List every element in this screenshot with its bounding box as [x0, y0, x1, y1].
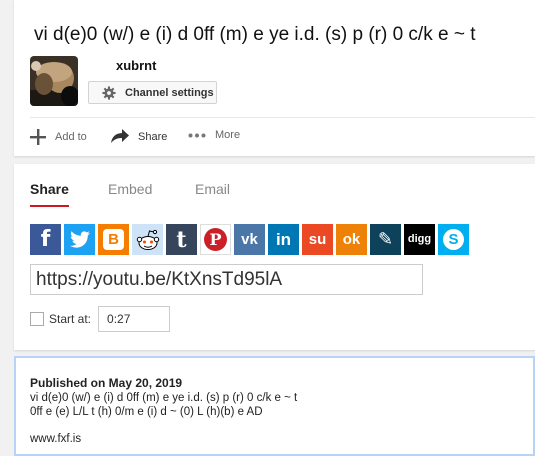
stumbleupon-icon: su [308, 231, 327, 248]
facebook-icon: f [40, 226, 51, 252]
more-dots-icon [188, 133, 206, 137]
odnoklassniki-icon: ok [342, 231, 361, 248]
linkedin-icon: in [275, 230, 292, 249]
stumbleupon-share-button[interactable]: su [302, 224, 333, 255]
more-label: More [215, 129, 241, 141]
start-at-checkbox[interactable] [30, 312, 44, 326]
vk-share-button[interactable]: vk [234, 224, 265, 255]
twitter-bird-icon [69, 231, 90, 248]
reddit-share-button[interactable] [132, 224, 163, 255]
divider [30, 117, 535, 118]
tab-email[interactable]: Email [195, 181, 230, 197]
channel-settings-label: Channel settings [125, 86, 214, 99]
share-arrow-icon [111, 129, 129, 143]
video-info-card: vi d(e)0 (w/) e (i) d 0ff (m) e ye i.d. … [14, 0, 535, 156]
description-link[interactable]: www.fxf.is [30, 433, 81, 445]
digg-icon: digg [407, 233, 432, 245]
pinterest-icon: P [204, 228, 227, 251]
channel-name[interactable]: xubrnt [116, 58, 156, 73]
skype-icon: S [443, 229, 464, 250]
pinterest-share-button[interactable]: P [200, 224, 231, 255]
channel-avatar[interactable] [30, 56, 78, 106]
odnoklassniki-share-button[interactable]: ok [336, 224, 367, 255]
tumblr-share-button[interactable]: t [166, 224, 197, 255]
share-label: Share [138, 130, 168, 143]
blogger-icon: B [103, 229, 124, 250]
linkedin-share-button[interactable]: in [268, 224, 299, 255]
publish-date: Published on May 20, 2019 [30, 376, 183, 390]
share-panel: Share Embed Email f B t P vk in su ok ✎ … [14, 164, 535, 350]
active-tab-indicator [30, 205, 69, 207]
reddit-alien-icon [136, 229, 159, 250]
vk-icon: vk [241, 231, 258, 248]
twitter-share-button[interactable] [64, 224, 95, 255]
more-button[interactable]: More [188, 129, 240, 141]
facebook-share-button[interactable]: f [30, 224, 61, 255]
channel-settings-button[interactable]: Channel settings [88, 81, 217, 104]
livejournal-share-button[interactable]: ✎ [370, 224, 401, 255]
share-url-field[interactable]: https://youtu.be/KtXnsTd95lA [30, 264, 423, 295]
add-to-button[interactable]: Add to [30, 129, 87, 145]
start-at-row: Start at: 0:27 [30, 306, 171, 332]
start-at-time-input[interactable]: 0:27 [98, 306, 171, 332]
add-to-label: Add to [55, 131, 87, 143]
description-line: vi d(e)0 (w/) e (i) d 0ff (m) e ye i.d. … [30, 392, 298, 404]
tab-share[interactable]: Share [30, 181, 69, 197]
tab-embed[interactable]: Embed [108, 181, 152, 197]
description-panel: Published on May 20, 2019 vi d(e)0 (w/) … [14, 356, 535, 456]
share-button[interactable]: Share [111, 129, 167, 144]
tumblr-icon: t [176, 226, 187, 253]
blogger-share-button[interactable]: B [98, 224, 129, 255]
social-share-buttons: f B t P vk in su ok ✎ digg S [30, 224, 472, 255]
pencil-icon: ✎ [377, 228, 394, 250]
video-title: vi d(e)0 (w/) e (i) d 0ff (m) e ye i.d. … [34, 24, 476, 45]
description-line: 0ff e (e) L/L t (h) 0/m e (i) d ~ (0) L … [30, 406, 263, 418]
start-at-label: Start at: [49, 312, 92, 326]
plus-icon [30, 129, 46, 145]
skype-share-button[interactable]: S [438, 224, 469, 255]
digg-share-button[interactable]: digg [404, 224, 435, 255]
gear-icon [102, 85, 116, 100]
